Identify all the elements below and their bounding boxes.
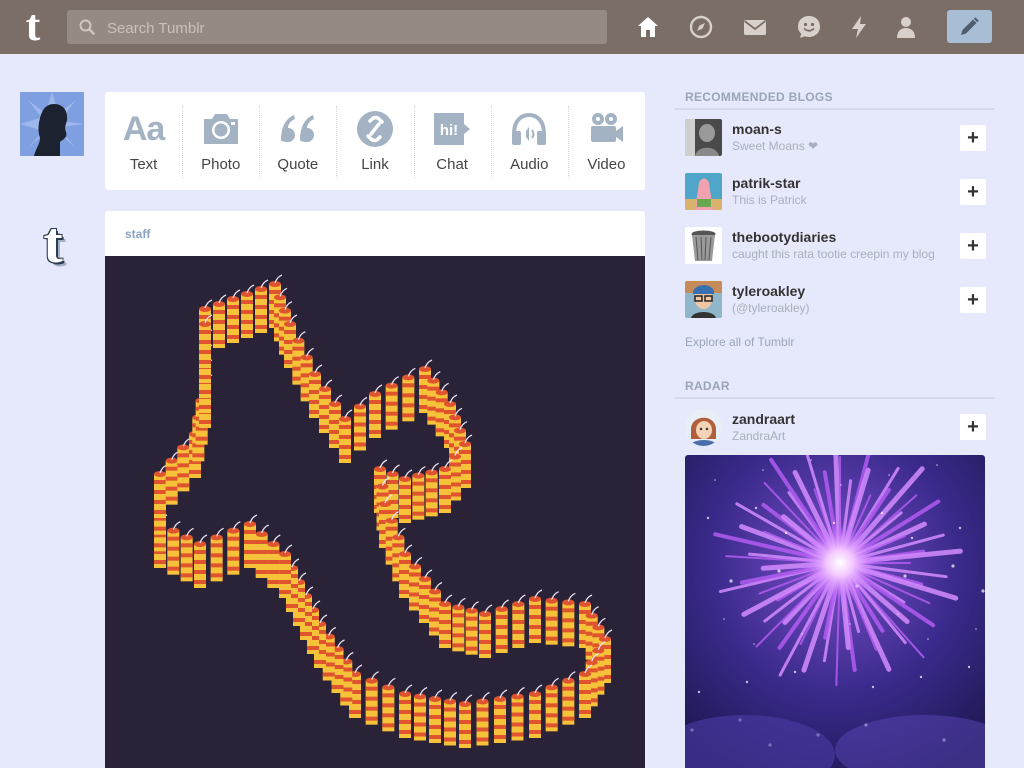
blog-avatar[interactable] (685, 119, 722, 156)
blog-name[interactable]: patrik-star (732, 175, 800, 191)
firecracker-logo-artwork (154, 274, 613, 748)
radar-blog-item[interactable]: zandraart ZandraArt (685, 409, 995, 449)
link-icon (356, 111, 393, 147)
firecracker-group (154, 274, 613, 748)
follow-button[interactable]: + (960, 179, 986, 205)
home-icon[interactable] (634, 13, 662, 41)
search-box[interactable] (67, 10, 607, 46)
follow-button[interactable]: + (960, 414, 986, 440)
explore-compass-icon[interactable] (687, 13, 715, 41)
post-type-video[interactable]: Video (567, 92, 645, 190)
chat-glyph: hi! (440, 122, 458, 139)
divider (675, 108, 995, 110)
blog-tagline: This is Patrick (732, 193, 807, 207)
explore-tumblr-link[interactable]: Explore all of Tumblr (685, 335, 794, 349)
post-type-label: Text (129, 156, 158, 173)
post-type-label: Photo (201, 156, 241, 173)
blog-tagline: Sweet Moans ❤ (732, 139, 819, 153)
blog-tagline: caught this rata tootie creepin my blog (732, 247, 935, 261)
user-avatar[interactable] (20, 92, 84, 156)
blog-avatar[interactable] (685, 173, 722, 210)
radar-heading: RADAR (685, 379, 730, 393)
messaging-face-icon[interactable] (795, 13, 823, 41)
blog-avatar[interactable] (685, 281, 722, 318)
pencil-icon (961, 17, 979, 35)
post-type-label: Video (587, 156, 626, 173)
blog-name[interactable]: thebootydiaries (732, 229, 836, 245)
post-type-audio[interactable]: Audio (490, 92, 568, 190)
recommended-blogs-heading: RECOMMENDED BLOGS (685, 90, 833, 104)
recommended-blog-item[interactable]: patrik-star This is Patrick (685, 173, 995, 213)
dashboard-post: staff (105, 211, 645, 768)
follow-button[interactable]: + (960, 233, 986, 259)
top-navigation-bar: t (0, 0, 1024, 54)
follow-button[interactable]: + (960, 287, 986, 313)
post-type-label: Link (361, 156, 389, 173)
follow-button[interactable]: + (960, 125, 986, 151)
quote-icon (280, 115, 314, 142)
post-author-name[interactable]: staff (125, 227, 150, 241)
blog-tagline: ZandraArt (732, 429, 786, 443)
camera-icon (203, 114, 238, 144)
fireworks-artwork (685, 455, 985, 768)
blog-avatar[interactable] (685, 227, 722, 264)
recommended-blog-item[interactable]: moan-s Sweet Moans ❤ (685, 119, 995, 159)
inbox-mail-icon[interactable] (741, 13, 769, 41)
staff-avatar[interactable]: t (30, 214, 76, 272)
search-icon (79, 19, 95, 35)
divider (675, 397, 995, 399)
video-camera-icon (591, 113, 624, 142)
post-type-chat[interactable]: hi! Chat (413, 92, 491, 190)
post-image[interactable] (105, 256, 645, 768)
headphones-icon (512, 112, 547, 145)
blog-avatar[interactable] (685, 409, 722, 446)
blog-name[interactable]: tyleroakley (732, 283, 805, 299)
activity-lightning-icon[interactable] (845, 13, 873, 41)
post-type-label: Chat (436, 156, 468, 173)
recommended-blog-item[interactable]: thebootydiaries caught this rata tootie … (685, 227, 995, 267)
post-type-label: Audio (510, 156, 549, 173)
user-avatar-silhouette-image (20, 92, 84, 156)
post-type-label: Quote (277, 156, 319, 173)
post-type-link[interactable]: Link (336, 92, 413, 190)
recommended-blog-item[interactable]: tyleroakley (@tyleroakley) (685, 281, 995, 321)
blog-tagline: (@tyleroakley) (732, 301, 810, 315)
account-person-icon[interactable] (892, 13, 920, 41)
radar-post-image[interactable] (685, 455, 985, 768)
post-type-bar: Aa Text Photo Quote Link hi! Chat Audio … (105, 92, 645, 190)
blog-name[interactable]: moan-s (732, 121, 782, 137)
search-input[interactable] (105, 10, 599, 46)
tumblr-logo[interactable]: t (12, 4, 54, 48)
post-type-quote[interactable]: Quote (259, 92, 336, 190)
post-type-text[interactable]: Aa Text (105, 92, 182, 190)
compose-post-button[interactable] (947, 10, 992, 43)
chat-bubble-icon: hi! (434, 113, 471, 145)
post-type-photo[interactable]: Photo (182, 92, 259, 190)
blog-name[interactable]: zandraart (732, 411, 795, 427)
text-aa-icon: Aa (122, 110, 165, 148)
